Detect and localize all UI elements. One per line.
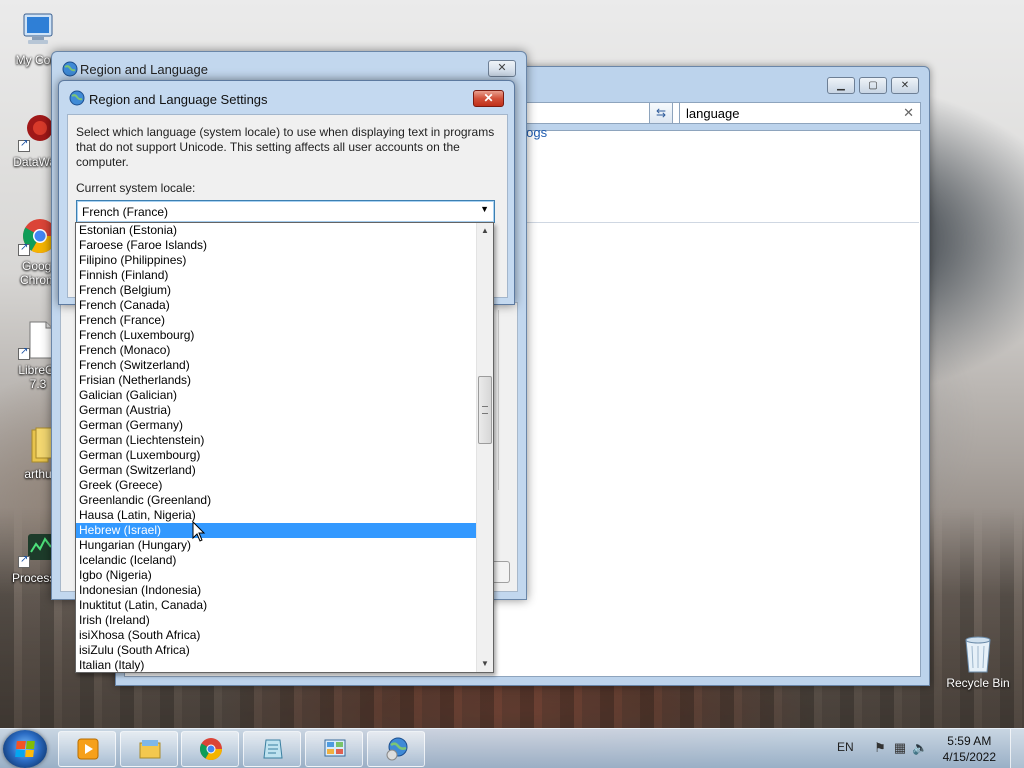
desktop-icon-recycle-bin[interactable]: Recycle Bin	[940, 632, 1016, 690]
recycle-bin-label: Recycle Bin	[946, 676, 1010, 690]
locale-option[interactable]: Irish (Ireland)	[76, 613, 476, 628]
region-language-icon	[386, 737, 408, 761]
window-title: Region and Language	[80, 62, 208, 77]
refresh-icon: ⇆	[655, 106, 667, 120]
globe-icon	[69, 90, 85, 109]
locale-option[interactable]: French (Belgium)	[76, 283, 476, 298]
clear-search-icon[interactable]: ✕	[903, 105, 914, 121]
locale-option[interactable]: German (Liechtenstein)	[76, 433, 476, 448]
locale-option[interactable]: Faroese (Faroe Islands)	[76, 238, 476, 253]
chevron-down-icon[interactable]: ▼	[480, 204, 489, 214]
window-controls: ▁ ▢ ✕	[827, 77, 919, 94]
taskbar-app-region-language[interactable]	[367, 731, 425, 767]
locale-option[interactable]: Estonian (Estonia)	[76, 223, 476, 238]
taskbar-app-notepad[interactable]	[243, 731, 301, 767]
selected-locale: French (France)	[82, 205, 169, 219]
locale-option[interactable]: Greenlandic (Greenland)	[76, 493, 476, 508]
taskbar-app-file-explorer[interactable]	[120, 731, 178, 767]
computer-icon	[18, 10, 58, 50]
panel-frame	[498, 310, 508, 490]
locale-option[interactable]: Italian (Italy)	[76, 658, 476, 672]
file-explorer-icon	[139, 740, 161, 759]
locale-option[interactable]: French (France)	[76, 313, 476, 328]
locale-option[interactable]: German (Luxembourg)	[76, 448, 476, 463]
chrome-icon	[200, 738, 222, 760]
locale-option[interactable]: Indonesian (Indonesia)	[76, 583, 476, 598]
divider	[511, 222, 919, 223]
clock-date: 4/15/2022	[942, 750, 996, 764]
dialog-title: Region and Language Settings	[89, 92, 268, 107]
locale-option[interactable]: isiXhosa (South Africa)	[76, 628, 476, 643]
current-locale-label: Current system locale:	[76, 181, 196, 195]
taskbar-app-control-panel[interactable]	[305, 731, 363, 767]
input-language[interactable]: EN	[837, 740, 854, 754]
refresh-button[interactable]: ⇆	[649, 102, 673, 124]
locale-option[interactable]: German (Austria)	[76, 403, 476, 418]
locale-option[interactable]: Frisian (Netherlands)	[76, 373, 476, 388]
locale-option[interactable]: French (Switzerland)	[76, 358, 476, 373]
locale-option[interactable]: French (Monaco)	[76, 343, 476, 358]
locale-description: Select which language (system locale) to…	[76, 125, 495, 169]
scrollbar-thumb[interactable]	[478, 376, 492, 444]
locale-option[interactable]: Finnish (Finland)	[76, 268, 476, 283]
locale-option[interactable]: Hungarian (Hungary)	[76, 538, 476, 553]
start-button[interactable]	[3, 730, 47, 768]
globe-icon	[62, 61, 78, 80]
recycle-bin-icon	[960, 632, 996, 674]
scroll-up-icon[interactable]: ▲	[477, 223, 493, 239]
locale-option[interactable]: Icelandic (Iceland)	[76, 553, 476, 568]
network-icon[interactable]: ▦	[892, 740, 908, 756]
volume-icon[interactable]: 🔈	[912, 740, 928, 756]
search-input[interactable]: language ✕	[679, 102, 921, 124]
shortcut-arrow-icon	[18, 138, 30, 152]
system-locale-select[interactable]: French (France) ▼	[76, 200, 495, 223]
taskbar-app-chrome[interactable]	[181, 731, 239, 767]
media-player-icon	[77, 738, 99, 760]
locale-option[interactable]: Inuktitut (Latin, Canada)	[76, 598, 476, 613]
minimize-button[interactable]: ▁	[827, 77, 855, 94]
locale-option[interactable]: isiZulu (South Africa)	[76, 643, 476, 658]
locale-items: Estonian (Estonia) Faroese (Faroe Islands…	[76, 223, 476, 672]
system-tray: EN ⚑ ▦ 🔈 5:59 AM 4/15/2022	[824, 729, 1024, 768]
scroll-down-icon[interactable]: ▼	[477, 656, 493, 672]
clock[interactable]: 5:59 AM 4/15/2022	[943, 733, 996, 765]
close-button[interactable]: ✕	[488, 60, 516, 77]
close-button[interactable]: ✕	[473, 90, 504, 107]
locale-option[interactable]: Galician (Galician)	[76, 388, 476, 403]
taskbar: EN ⚑ ▦ 🔈 5:59 AM 4/15/2022	[0, 728, 1024, 768]
locale-option[interactable]: Igbo (Nigeria)	[76, 568, 476, 583]
action-center-icon[interactable]: ⚑	[872, 740, 888, 756]
locale-option[interactable]: Hausa (Latin, Nigeria)	[76, 508, 476, 523]
locale-option[interactable]: French (Canada)	[76, 298, 476, 313]
shortcut-arrow-icon	[18, 346, 30, 360]
search-value: language	[686, 106, 740, 121]
locale-option[interactable]: Hebrew (Israel)	[76, 523, 476, 538]
notepad-icon	[263, 739, 283, 759]
control-panel-icon	[324, 739, 346, 757]
shortcut-arrow-icon	[18, 242, 30, 256]
locale-option[interactable]: Filipino (Philippines)	[76, 253, 476, 268]
shortcut-arrow-icon	[18, 554, 30, 568]
locale-dropdown-list[interactable]: Estonian (Estonia) Faroese (Faroe Islands…	[75, 222, 494, 673]
windows-logo-icon	[15, 741, 35, 757]
locale-option[interactable]: German (Switzerland)	[76, 463, 476, 478]
locale-option[interactable]: French (Luxembourg)	[76, 328, 476, 343]
locale-option[interactable]: German (Germany)	[76, 418, 476, 433]
maximize-button[interactable]: ▢	[859, 77, 887, 94]
show-desktop-button[interactable]	[1010, 729, 1024, 768]
clock-time: 5:59 AM	[947, 734, 992, 748]
taskbar-app-media-player[interactable]	[58, 731, 116, 767]
mouse-cursor-icon	[192, 521, 206, 542]
close-button[interactable]: ✕	[891, 77, 919, 94]
locale-option[interactable]: Greek (Greece)	[76, 478, 476, 493]
scrollbar[interactable]: ▲ ▼	[476, 223, 493, 672]
